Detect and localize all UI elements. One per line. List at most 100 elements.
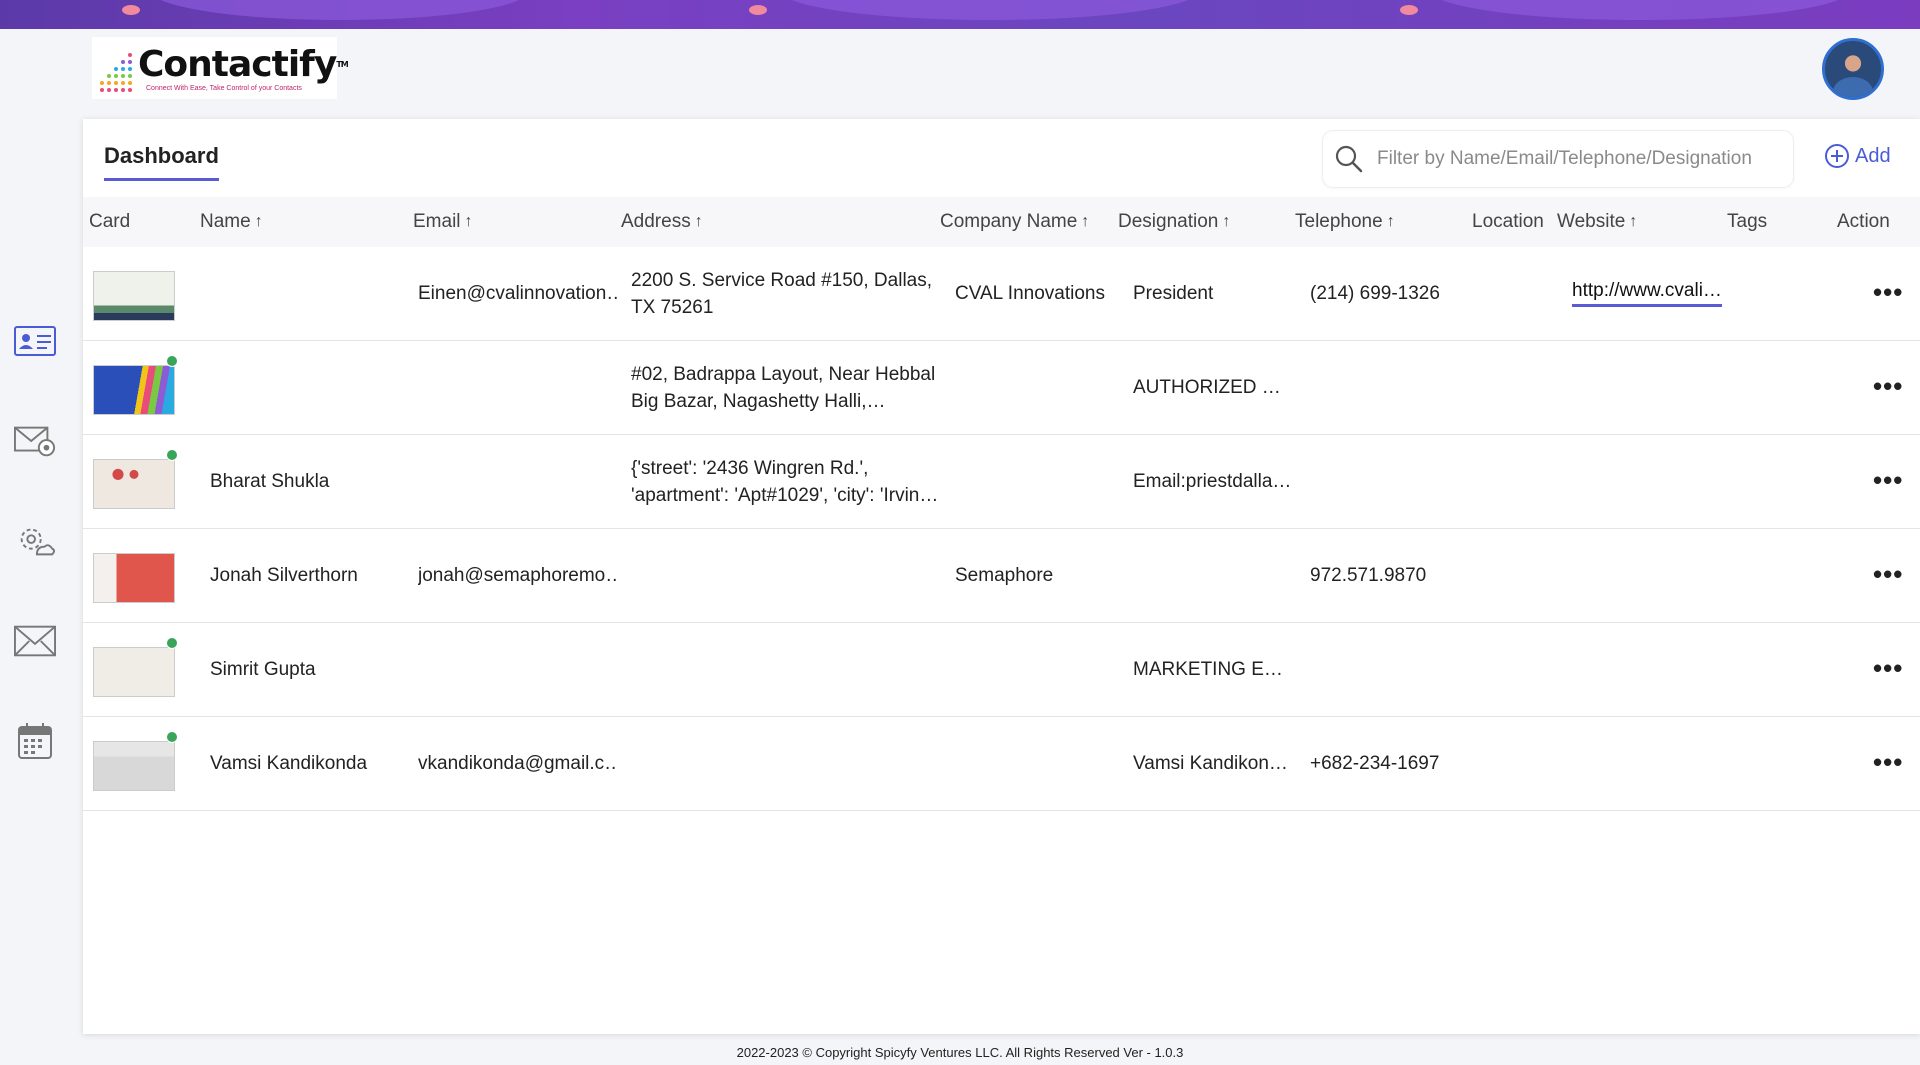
column-email[interactable]: Email ↑ [413, 197, 473, 247]
column-location: Location [1472, 211, 1544, 232]
table-row[interactable]: #02, Badrappa Layout, Near Hebbal Big Ba… [83, 341, 1920, 435]
cell-telephone: +682-234-1697 [1310, 752, 1440, 774]
business-card-thumbnail[interactable] [93, 741, 175, 791]
cell-designation: President [1133, 282, 1214, 304]
cell-telephone [1310, 623, 1470, 716]
cell-designation: AUTHORIZED … [1133, 376, 1281, 398]
column-action: Action [1837, 211, 1890, 232]
user-avatar[interactable] [1822, 38, 1884, 100]
cell-address [631, 717, 941, 810]
table-header: Card Name ↑ Email ↑ Address ↑ Company Name ↑… [83, 197, 1920, 247]
gear-cloud-icon[interactable] [14, 520, 56, 562]
plus-circle-icon [1825, 144, 1849, 168]
cell-company [955, 341, 1115, 434]
website-link[interactable]: http://www.cvali… [1572, 280, 1722, 307]
sort-arrow-icon[interactable]: ↑ [1222, 213, 1230, 231]
column-address[interactable]: Address ↑ [621, 197, 703, 247]
sort-arrow-icon[interactable]: ↑ [255, 213, 263, 231]
cell-name: Bharat Shukla [210, 470, 330, 492]
cell-company [955, 717, 1115, 810]
more-actions-icon[interactable]: ••• [1873, 653, 1903, 684]
footer-copyright: 2022-2023 © Copyright Spicyfy Ventures L… [736, 1045, 1184, 1060]
column-name[interactable]: Name ↑ [200, 197, 263, 247]
add-button[interactable]: Add [1824, 143, 1891, 169]
more-actions-icon[interactable]: ••• [1873, 465, 1903, 496]
status-dot [166, 731, 178, 743]
sort-arrow-icon[interactable]: ↑ [1387, 213, 1395, 231]
cell-address: 2200 S. Service Road #150, Dallas, TX 75… [631, 269, 933, 318]
cell-email: Einen@cvalinnovation… [418, 282, 618, 304]
sort-arrow-icon[interactable]: ↑ [695, 213, 703, 231]
cell-address: #02, Badrappa Layout, Near Hebbal Big Ba… [631, 363, 936, 412]
column-telephone[interactable]: Telephone ↑ [1295, 197, 1395, 247]
calendar-icon[interactable] [14, 720, 56, 762]
tab-dashboard[interactable]: Dashboard [104, 143, 219, 181]
top-banner [0, 0, 1920, 29]
table-row[interactable]: Bharat Shukla {'street': '2436 Wingren R… [83, 435, 1920, 529]
cell-telephone: (214) 699-1326 [1310, 282, 1440, 304]
cell-website [1572, 435, 1732, 528]
status-dot [166, 355, 178, 367]
cell-website [1572, 623, 1732, 716]
cell-name: Jonah Silverthorn [210, 564, 358, 586]
search-box [1323, 131, 1793, 187]
cell-designation: MARKETING E… [1133, 658, 1283, 680]
cell-email: vkandikonda@gmail.c… [418, 752, 618, 774]
more-actions-icon[interactable]: ••• [1873, 371, 1903, 402]
table-row[interactable]: Jonah Silverthorn jonah@semaphoremo… Sem… [83, 529, 1920, 623]
table-row[interactable]: Vamsi Kandikonda vkandikonda@gmail.c… Va… [83, 717, 1920, 811]
column-designation[interactable]: Designation ↑ [1118, 197, 1230, 247]
cell-designation [1133, 529, 1293, 622]
more-actions-icon[interactable]: ••• [1873, 277, 1903, 308]
cell-telephone [1310, 341, 1470, 434]
more-actions-icon[interactable]: ••• [1873, 747, 1903, 778]
business-card-thumbnail[interactable] [93, 271, 175, 321]
cell-company: Semaphore [955, 564, 1054, 586]
cell-designation: Email:priestdalla… [1133, 470, 1292, 492]
cell-company [955, 623, 1115, 716]
envelope-icon[interactable] [14, 620, 56, 662]
business-card-thumbnail[interactable] [93, 365, 175, 415]
search-icon [1335, 145, 1363, 173]
column-tags: Tags [1727, 211, 1768, 232]
cell-website [1572, 717, 1732, 810]
mail-settings-icon[interactable] [14, 420, 56, 462]
header: ContactifyTM Connect With Ease, Take Con… [0, 29, 1920, 119]
business-card-thumbnail[interactable] [93, 459, 175, 509]
business-card-thumbnail[interactable] [93, 553, 175, 603]
cell-name: Vamsi Kandikonda [210, 752, 368, 774]
column-company[interactable]: Company Name ↑ [940, 197, 1089, 247]
cell-website [1572, 529, 1732, 622]
more-actions-icon[interactable]: ••• [1873, 559, 1903, 590]
cell-designation: Vamsi Kandikon… [1133, 752, 1288, 774]
status-dot [166, 637, 178, 649]
cell-company: CVAL Innovations [955, 282, 1105, 304]
dashboard-card: Dashboard Add Card Name↑ Email↑ Address↑… [83, 119, 1920, 1034]
app-logo[interactable]: ContactifyTM Connect With Ease, Take Con… [92, 37, 349, 99]
cell-address [631, 529, 941, 622]
search-input[interactable] [1377, 148, 1777, 170]
cell-website[interactable]: http://www.cvali… [1572, 247, 1732, 340]
cell-address [631, 623, 941, 716]
table-row[interactable]: Simrit Gupta MARKETING E… ••• [83, 623, 1920, 717]
sort-arrow-icon[interactable]: ↑ [1081, 213, 1089, 231]
cell-telephone [1310, 435, 1470, 528]
add-button-label: Add [1855, 144, 1891, 167]
app-name: Contactify [138, 43, 337, 85]
cell-email: jonah@semaphoremo… [418, 564, 618, 586]
business-card-thumbnail[interactable] [93, 647, 175, 697]
sort-arrow-icon[interactable]: ↑ [1629, 213, 1637, 231]
cell-company [955, 435, 1115, 528]
logo-bars-icon [100, 44, 132, 92]
app-tagline: Connect With Ease, Take Control of your … [146, 84, 302, 92]
cell-email [418, 341, 618, 434]
contact-card-icon[interactable] [14, 320, 56, 362]
cell-name [210, 247, 410, 340]
cell-website [1572, 341, 1732, 434]
cell-email [418, 435, 618, 528]
trademark: TM [336, 59, 348, 69]
table-row[interactable]: Einen@cvalinnovation… 2200 S. Service Ro… [83, 247, 1920, 341]
column-website[interactable]: Website ↑ [1557, 197, 1637, 247]
sort-arrow-icon[interactable]: ↑ [465, 213, 473, 231]
cell-name [210, 341, 410, 434]
